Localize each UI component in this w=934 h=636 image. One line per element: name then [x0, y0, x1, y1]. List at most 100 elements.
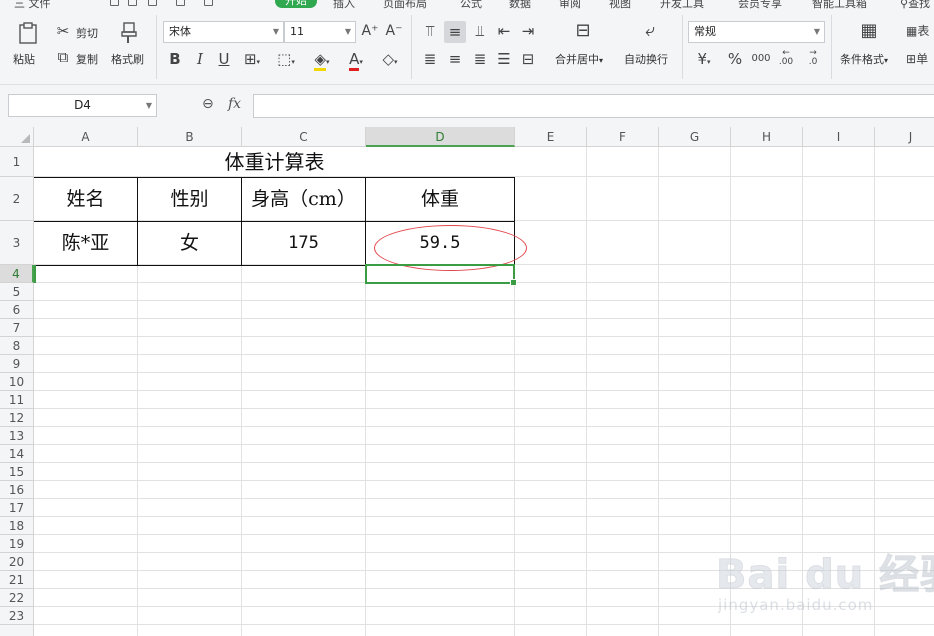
- select-all-button[interactable]: [0, 127, 34, 147]
- align-middle-icon[interactable]: ≡: [444, 21, 466, 43]
- bold-icon[interactable]: B: [167, 51, 183, 67]
- currency-icon[interactable]: ¥▾: [693, 51, 715, 70]
- column-header-a[interactable]: A: [34, 127, 138, 147]
- fx-button[interactable]: fx: [228, 96, 241, 112]
- table-style-button[interactable]: ▦表: [906, 23, 934, 39]
- data-cell-gender[interactable]: 女: [138, 222, 241, 265]
- column-header-e[interactable]: E: [515, 127, 587, 147]
- tab-member[interactable]: 会员专享: [738, 0, 782, 9]
- percent-icon[interactable]: %: [726, 51, 744, 67]
- row-header-19[interactable]: 19: [0, 535, 34, 553]
- eraser-icon[interactable]: ◇▾: [378, 51, 402, 70]
- fill-color-icon[interactable]: ◈▾: [310, 50, 334, 71]
- font-size-dropdown[interactable]: 11 ▼: [284, 21, 356, 43]
- row-header-15[interactable]: 15: [0, 463, 34, 481]
- font-color-icon[interactable]: A▾: [344, 50, 368, 71]
- decrease-font-icon[interactable]: A⁻: [385, 23, 403, 39]
- indent-increase-icon[interactable]: ⇥: [519, 23, 537, 39]
- column-header-h[interactable]: H: [731, 127, 803, 147]
- row-header-23[interactable]: 23: [0, 607, 34, 625]
- row-header-1[interactable]: 1: [0, 147, 34, 177]
- row-header-16[interactable]: 16: [0, 481, 34, 499]
- row-header-3[interactable]: 3: [0, 221, 34, 265]
- tab-insert[interactable]: 插入: [333, 0, 355, 9]
- distribute-icon[interactable]: ⊟: [519, 51, 537, 67]
- active-cell-selection[interactable]: [365, 264, 517, 286]
- increase-font-icon[interactable]: A⁺: [361, 23, 379, 39]
- header-cell-height[interactable]: 身高（cm）: [242, 178, 365, 221]
- italic-icon[interactable]: I: [192, 51, 208, 67]
- undo-icon[interactable]: [176, 0, 185, 6]
- search-button[interactable]: ⚲查找: [900, 0, 930, 9]
- format-painter-button[interactable]: 格式刷: [109, 19, 151, 69]
- row-header-8[interactable]: 8: [0, 337, 34, 355]
- row-header-2[interactable]: 2: [0, 177, 34, 221]
- tab-formulas[interactable]: 公式: [460, 0, 482, 9]
- tab-developer[interactable]: 开发工具: [660, 0, 704, 9]
- row-header-11[interactable]: 11: [0, 391, 34, 409]
- data-cell-name[interactable]: 陈*亚: [34, 222, 137, 265]
- header-cell-name[interactable]: 姓名: [34, 178, 137, 221]
- column-header-b[interactable]: B: [138, 127, 242, 147]
- column-header-j[interactable]: J: [875, 127, 934, 147]
- column-header-f[interactable]: F: [587, 127, 659, 147]
- header-cell-gender[interactable]: 性别: [138, 178, 241, 221]
- number-format-dropdown[interactable]: 常规 ▼: [688, 21, 825, 43]
- row-header-21[interactable]: 21: [0, 571, 34, 589]
- name-box[interactable]: D4 ▼: [8, 94, 157, 117]
- paste-button[interactable]: 粘贴: [10, 19, 46, 69]
- row-header-5[interactable]: 5: [0, 283, 34, 301]
- align-center-icon[interactable]: ≡: [446, 51, 464, 67]
- border-icon[interactable]: ⊞▾: [240, 51, 264, 70]
- wrap-text-button[interactable]: ⤶ 自动换行: [623, 21, 677, 71]
- column-header-g[interactable]: G: [659, 127, 731, 147]
- copy-button[interactable]: ⧉ 复制: [55, 49, 103, 67]
- conditional-format-button[interactable]: ▦ 条件格式▾: [838, 21, 900, 71]
- tab-view[interactable]: 视图: [609, 0, 631, 9]
- cut-button[interactable]: ✂ 剪切: [55, 23, 103, 41]
- align-right-icon[interactable]: ≣: [471, 51, 489, 67]
- print-icon[interactable]: [128, 0, 137, 6]
- row-header-22[interactable]: 22: [0, 589, 34, 607]
- row-header-17[interactable]: 17: [0, 499, 34, 517]
- row-header-9[interactable]: 9: [0, 355, 34, 373]
- column-header-c[interactable]: C: [242, 127, 366, 147]
- row-header-18[interactable]: 18: [0, 517, 34, 535]
- font-name-dropdown[interactable]: 宋体 ▼: [163, 21, 284, 43]
- column-header-i[interactable]: I: [803, 127, 875, 147]
- file-menu[interactable]: 三 文件: [14, 0, 51, 9]
- align-left-icon[interactable]: ≣: [421, 51, 439, 67]
- preview-icon[interactable]: [148, 0, 157, 6]
- align-bottom-icon[interactable]: ⫫: [471, 23, 489, 39]
- row-header-4[interactable]: 4: [0, 265, 34, 283]
- merge-center-button[interactable]: ⊟ 合并居中▾: [553, 21, 615, 71]
- fill-style-icon[interactable]: ⬚▾: [274, 51, 298, 70]
- redo-icon[interactable]: [204, 0, 213, 6]
- tab-home[interactable]: 开始: [275, 0, 317, 8]
- row-header-10[interactable]: 10: [0, 373, 34, 391]
- row-header-14[interactable]: 14: [0, 445, 34, 463]
- tab-page-layout[interactable]: 页面布局: [383, 0, 427, 9]
- save-icon[interactable]: [110, 0, 119, 6]
- increase-decimal-icon[interactable]: ← .00: [775, 49, 797, 67]
- row-header-20[interactable]: 20: [0, 553, 34, 571]
- underline-icon[interactable]: U: [216, 51, 232, 67]
- formula-input[interactable]: [253, 94, 934, 118]
- align-top-icon[interactable]: ⫪: [421, 23, 439, 39]
- indent-decrease-icon[interactable]: ⇤: [495, 23, 513, 39]
- cell-button[interactable]: ⊞单: [906, 51, 934, 67]
- row-header-7[interactable]: 7: [0, 319, 34, 337]
- header-cell-weight[interactable]: 体重: [366, 178, 514, 221]
- tab-review[interactable]: 审阅: [559, 0, 581, 9]
- row-header-12[interactable]: 12: [0, 409, 34, 427]
- decrease-decimal-icon[interactable]: → .0: [802, 49, 824, 67]
- row-header-24[interactable]: [0, 625, 34, 636]
- justify-icon[interactable]: ☰: [495, 51, 513, 67]
- thousands-separator-icon[interactable]: 000: [750, 51, 772, 67]
- column-header-d[interactable]: D: [366, 127, 515, 147]
- row-header-13[interactable]: 13: [0, 427, 34, 445]
- data-cell-height[interactable]: 175: [242, 222, 365, 265]
- tab-data[interactable]: 数据: [509, 0, 531, 9]
- zoom-icon[interactable]: ⊖: [202, 96, 214, 112]
- row-header-6[interactable]: 6: [0, 301, 34, 319]
